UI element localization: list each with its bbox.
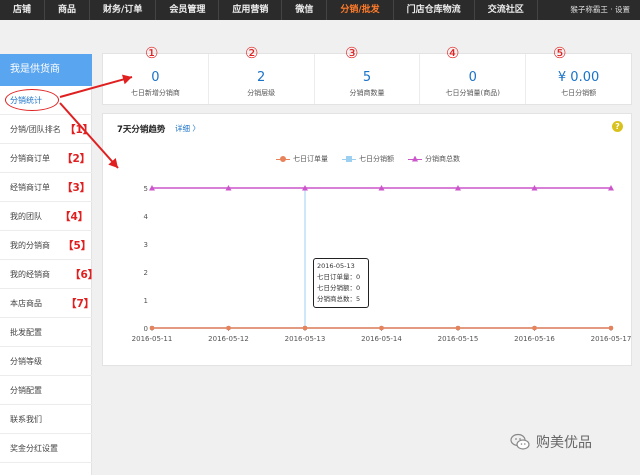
data-point — [532, 325, 537, 331]
watermark: 购美优品 — [510, 432, 592, 452]
y-tick-label: 0 — [144, 325, 148, 333]
y-tick-label: 3 — [144, 241, 148, 249]
x-tick-label: 2016-05-16 — [514, 335, 555, 343]
y-tick-label: 5 — [144, 185, 148, 193]
data-point — [608, 325, 614, 331]
annotation-arrowhead — [121, 74, 132, 85]
data-point — [455, 325, 461, 331]
y-tick-label: 1 — [144, 297, 148, 305]
annotation-arrow — [59, 102, 119, 169]
y-tick-label: 2 — [144, 269, 148, 277]
x-tick-label: 2016-05-17 — [591, 335, 632, 343]
data-point — [149, 325, 155, 331]
x-tick-label: 2016-05-14 — [361, 335, 402, 343]
data-point — [302, 325, 308, 331]
x-tick-label: 2016-05-12 — [208, 335, 249, 343]
wechat-icon — [510, 433, 530, 450]
data-point — [226, 325, 231, 331]
data-point — [379, 325, 384, 331]
watermark-text: 购美优品 — [536, 435, 592, 451]
x-tick-label: 2016-05-15 — [438, 335, 479, 343]
annotation-arrow — [59, 76, 133, 98]
x-tick-label: 2016-05-11 — [132, 335, 173, 343]
y-tick-label: 4 — [144, 213, 149, 221]
x-tick-label: 2016-05-13 — [285, 335, 326, 343]
trend-chart: 0 1 2 3 4 5 2016-05-11 2016-05-12 2016-05-13 2016… — [59, 74, 632, 343]
